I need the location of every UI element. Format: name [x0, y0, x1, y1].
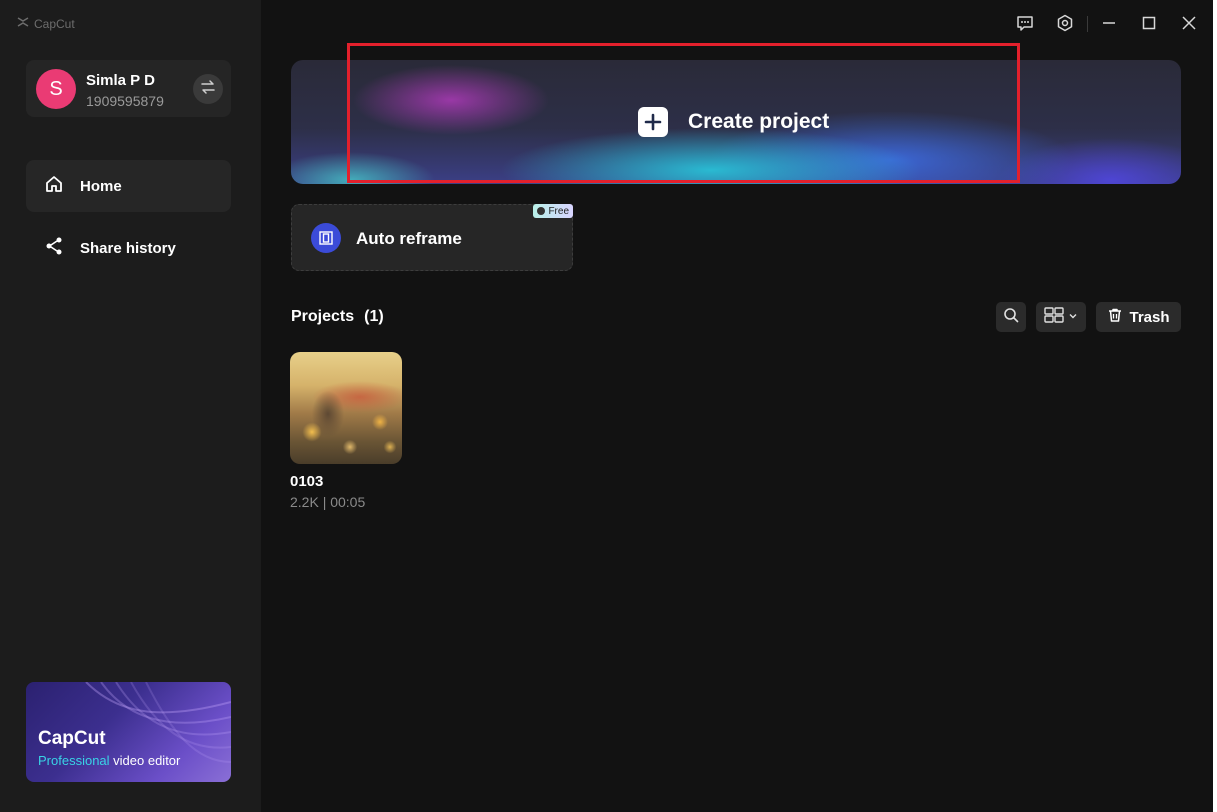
project-card[interactable]: 0103 2.2K | 00:05	[290, 352, 402, 510]
trash-icon	[1107, 307, 1123, 327]
close-button[interactable]	[1178, 14, 1200, 36]
reframe-icon	[311, 223, 341, 253]
projects-count: (1)	[364, 308, 384, 325]
switch-account-button[interactable]	[193, 74, 223, 104]
minimize-button[interactable]	[1098, 14, 1120, 36]
create-project-label: Create project	[688, 110, 830, 133]
auto-reframe-label: Auto reframe	[356, 229, 462, 248]
create-project-button[interactable]: Create project	[638, 107, 829, 137]
auto-reframe-button[interactable]: Auto reframe Free	[291, 204, 573, 271]
chevron-down-icon	[1068, 308, 1078, 326]
minimize-icon	[1100, 14, 1118, 37]
sidebar-item-share-history[interactable]: Share history	[26, 222, 231, 274]
projects-label: Projects	[291, 308, 355, 325]
promo-title: CapCut	[38, 728, 106, 749]
sidebar-item-label: Share history	[80, 239, 176, 257]
sidebar: CapCut S Simla P D 1909595879 Home Share…	[0, 0, 261, 812]
free-badge-label: Free	[548, 205, 569, 217]
account-card[interactable]: S Simla P D 1909595879	[26, 60, 231, 117]
settings-icon	[1056, 14, 1074, 37]
account-id: 1909595879	[86, 93, 164, 109]
trash-button[interactable]: Trash	[1096, 302, 1181, 332]
project-name: 0103	[290, 473, 324, 490]
search-icon	[1003, 307, 1019, 328]
promo-banner[interactable]: CapCut Professional video editor	[26, 682, 231, 782]
plus-icon	[638, 107, 668, 137]
sidebar-item-label: Home	[80, 177, 122, 195]
promo-subtitle-accent: Professional	[38, 753, 110, 768]
brand-name: CapCut	[34, 16, 75, 31]
titlebar-divider	[1087, 16, 1088, 32]
project-thumbnail[interactable]	[290, 352, 402, 464]
window-edge	[1213, 0, 1217, 812]
trash-label: Trash	[1129, 308, 1170, 326]
maximize-button[interactable]	[1138, 14, 1160, 36]
projects-heading: Projects (1)	[291, 308, 384, 326]
avatar[interactable]: S	[36, 69, 76, 109]
create-project-banner[interactable]: Create project	[291, 60, 1181, 184]
grid-view-icon	[1044, 306, 1064, 328]
switch-account-icon	[200, 79, 216, 100]
share-icon	[44, 236, 64, 260]
promo-subtitle: Professional video editor	[38, 753, 180, 768]
capcut-window: CapCut S Simla P D 1909595879 Home Share…	[0, 0, 1213, 812]
project-meta: 2.2K | 00:05	[290, 494, 366, 510]
promo-subtitle-rest: video editor	[109, 753, 181, 768]
free-badge: Free	[533, 204, 573, 218]
capcut-logo-icon	[16, 15, 30, 32]
maximize-icon	[1140, 14, 1158, 37]
free-badge-icon	[537, 207, 546, 215]
feedback-button[interactable]	[1014, 14, 1036, 36]
settings-button[interactable]	[1054, 14, 1076, 36]
brand: CapCut	[16, 15, 75, 32]
search-projects-button[interactable]	[996, 302, 1026, 332]
home-icon	[44, 174, 64, 198]
account-name: Simla P D	[86, 72, 155, 89]
feedback-icon	[1016, 14, 1034, 37]
sidebar-item-home[interactable]: Home	[26, 160, 231, 212]
view-mode-button[interactable]	[1036, 302, 1086, 332]
close-icon	[1180, 14, 1198, 37]
